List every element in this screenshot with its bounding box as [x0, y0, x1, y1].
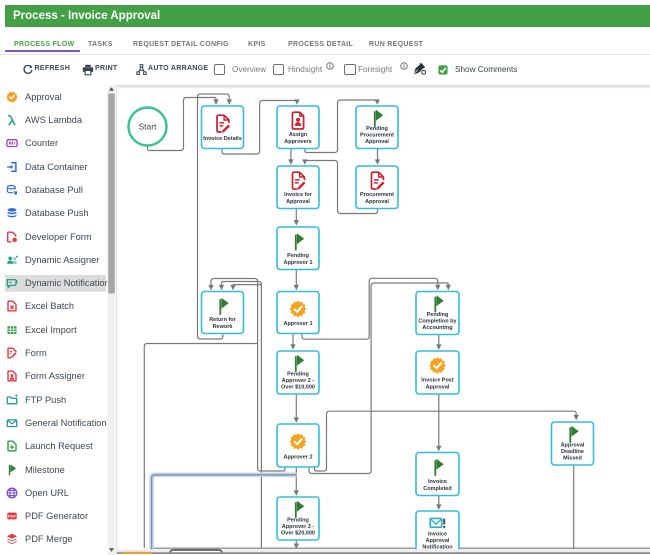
svg-text:Invoice Post: Invoice Post [421, 378, 454, 384]
svg-text:Deadline: Deadline [561, 449, 584, 455]
svg-text:Pending: Pending [427, 312, 449, 318]
svg-text:Completed: Completed [423, 486, 451, 492]
svg-text:Invoice Details: Invoice Details [203, 136, 242, 142]
svg-text:Approval: Approval [561, 443, 585, 449]
svg-text:Approval: Approval [286, 199, 310, 205]
svg-text:Approver 3 -: Approver 3 - [282, 524, 315, 530]
svg-text:Invoice for: Invoice for [284, 192, 313, 198]
svg-text:Approver 1: Approver 1 [283, 260, 312, 266]
svg-text:Start: Start [139, 122, 158, 132]
svg-text:Approvers: Approvers [284, 139, 312, 145]
svg-text:Over $20,000: Over $20,000 [281, 531, 315, 537]
svg-text:PDF: PDF [8, 514, 17, 519]
svg-text:Invoice: Invoice [428, 532, 447, 538]
svg-text:Approval: Approval [426, 538, 450, 544]
svg-text:Approver 2: Approver 2 [283, 455, 312, 461]
svg-text:Procurement: Procurement [360, 192, 394, 198]
svg-text:Pending: Pending [287, 253, 309, 259]
svg-text:Approver 1: Approver 1 [283, 321, 312, 327]
svg-text:Pending: Pending [287, 372, 309, 378]
svg-text:Pending: Pending [366, 126, 388, 132]
svg-text:Pending: Pending [287, 518, 309, 524]
svg-text:Invoice: Invoice [428, 479, 447, 485]
svg-text:Approval: Approval [365, 139, 389, 145]
svg-text:Assign: Assign [289, 132, 308, 138]
svg-text:Over $10,000: Over $10,000 [281, 385, 315, 391]
svg-text:Approval: Approval [426, 385, 450, 391]
svg-text:Return for: Return for [209, 317, 236, 323]
svg-text:Approver 2 -: Approver 2 - [282, 378, 315, 384]
svg-text:Completion by: Completion by [418, 319, 457, 325]
svg-text:Missed: Missed [563, 456, 582, 462]
svg-text:Approval: Approval [365, 199, 389, 205]
svg-text:Procurement: Procurement [360, 133, 394, 139]
svg-text:Accounting: Accounting [422, 325, 452, 331]
svg-text:Rework: Rework [213, 324, 234, 330]
